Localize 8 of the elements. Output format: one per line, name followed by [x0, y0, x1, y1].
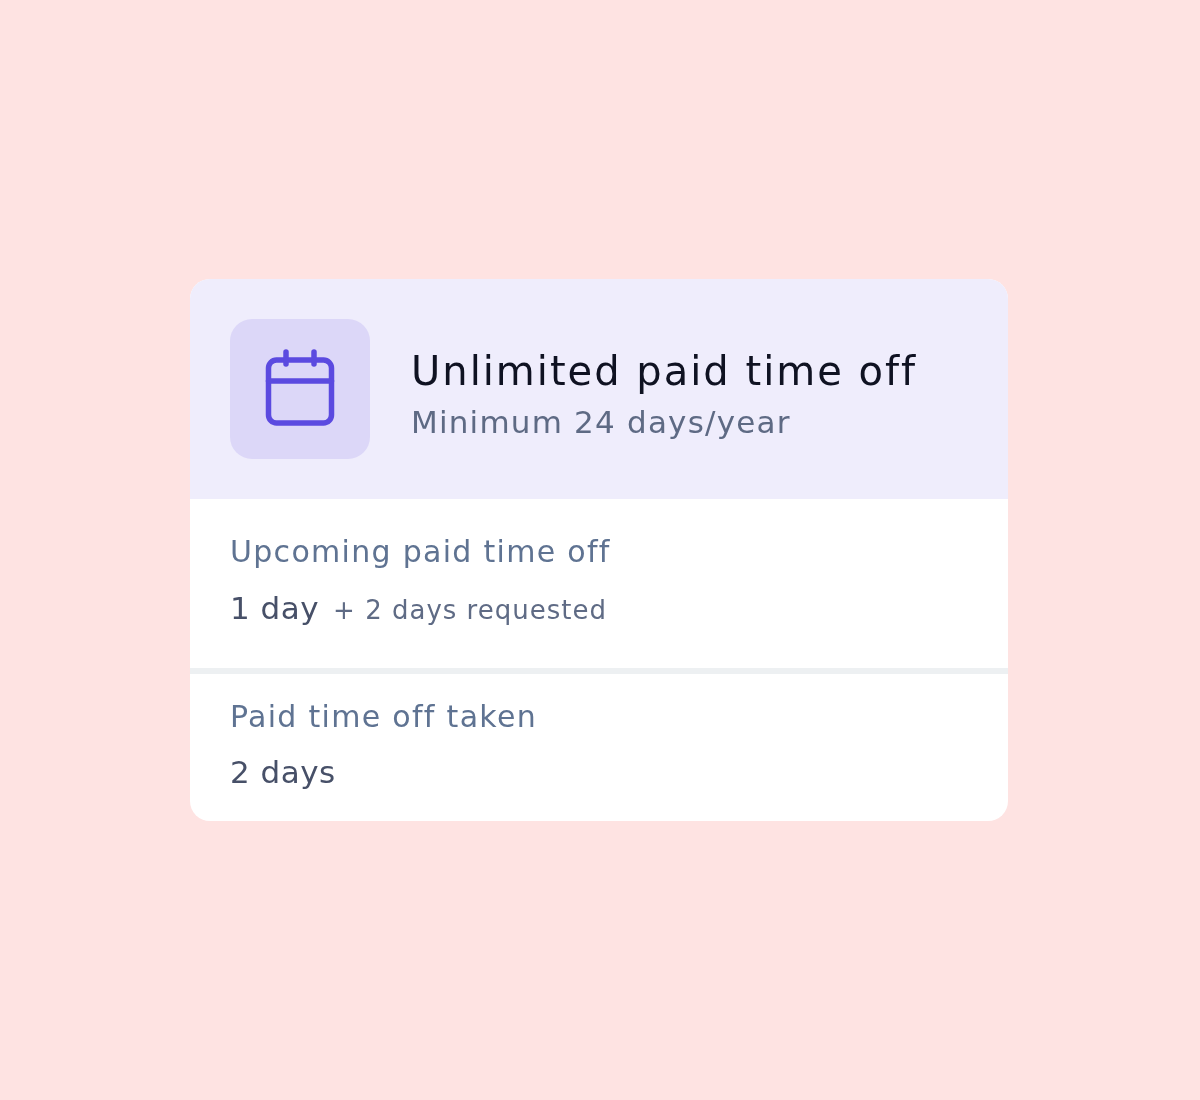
- calendar-icon: [230, 319, 370, 459]
- stat-value: 2 days: [230, 753, 336, 792]
- stat-value: 1 day: [230, 589, 320, 628]
- stat-label: Paid time off taken: [230, 698, 538, 736]
- stat-note: + 2 days requested: [333, 594, 607, 627]
- card-title: Unlimited paid time off: [411, 347, 918, 396]
- card-subtitle: Minimum 24 days/year: [411, 403, 792, 442]
- stat-label: Upcoming paid time off: [230, 533, 612, 571]
